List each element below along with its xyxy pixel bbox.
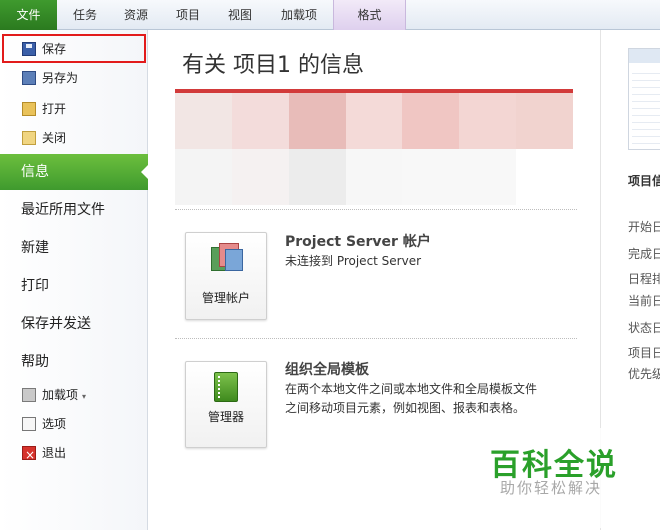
project-server-status: 未连接到 Project Server	[285, 254, 422, 268]
project-server-heading: Project Server 帐户	[285, 234, 431, 250]
tab-format[interactable]: 格式	[333, 0, 406, 30]
open-label: 打开	[42, 102, 67, 116]
chevron-down-icon: ▾	[82, 392, 87, 401]
tab-task[interactable]: 任务	[62, 0, 108, 30]
blurred-region	[175, 93, 573, 205]
start-date-label: 开始日	[628, 220, 660, 234]
save-as-command[interactable]: 另存为	[4, 65, 144, 91]
organizer-book-icon	[214, 372, 238, 402]
exit-icon	[22, 442, 36, 468]
organizer-button[interactable]: 管理器	[185, 361, 267, 448]
page-title: 有关 项目1 的信息	[182, 53, 364, 78]
status-date-label: 状态日	[628, 321, 660, 335]
save-as-label: 另存为	[42, 71, 79, 85]
tab-file[interactable]: 文件	[0, 0, 57, 30]
schedule-from-label: 日程排	[628, 272, 660, 286]
options-icon	[22, 417, 36, 431]
project-calendar-label: 项目日	[628, 346, 660, 360]
priority-label: 优先级	[628, 367, 660, 381]
open-command[interactable]: 打开	[4, 96, 144, 122]
options-label: 选项	[42, 417, 67, 431]
manage-accounts-label: 管理帐户	[201, 291, 250, 305]
tab-resource[interactable]: 资源	[113, 0, 159, 30]
global-template-desc-line2: 之间移动项目元素，例如视图、报表和表格。	[285, 401, 526, 415]
close-command[interactable]: 关闭	[4, 125, 144, 151]
tab-print[interactable]: 打印	[0, 268, 148, 304]
options-command[interactable]: 选项	[4, 411, 144, 437]
add-ins-icon	[22, 388, 36, 402]
tab-info[interactable]: 信息	[0, 154, 149, 190]
manage-accounts-button[interactable]: 管理帐户	[185, 232, 267, 320]
accounts-icon	[211, 243, 243, 273]
global-template-desc-line1: 在两个本地文件之间或本地文件和全局模板文件	[285, 382, 538, 396]
watermark-subtitle: 助你轻松解决	[500, 479, 603, 497]
project-info-heading: 项目信	[628, 174, 660, 188]
save-as-icon	[22, 71, 36, 85]
divider	[175, 338, 577, 339]
close-folder-icon	[22, 131, 36, 145]
backstage-nav: 保存 另存为 打开 关闭 信息 最近所用文件 新建 打印 保存并发送 帮助 加载…	[0, 30, 149, 530]
add-ins-label: 加载项	[42, 388, 79, 402]
open-folder-icon	[22, 102, 36, 116]
close-label: 关闭	[42, 131, 67, 145]
ribbon-tab-bar: 文件 任务 资源 项目 视图 加载项 格式	[0, 0, 660, 30]
save-highlight-box	[2, 34, 146, 63]
global-template-heading: 组织全局模板	[285, 362, 369, 378]
tab-help[interactable]: 帮助	[0, 344, 148, 380]
tab-save-send[interactable]: 保存并发送	[0, 306, 148, 342]
divider	[175, 209, 577, 210]
tab-new[interactable]: 新建	[0, 230, 148, 266]
organizer-label: 管理器	[207, 410, 244, 424]
exit-command[interactable]: 退出	[4, 440, 144, 468]
tab-add-ins[interactable]: 加载项	[269, 0, 329, 30]
finish-date-label: 完成日	[628, 247, 660, 261]
project-thumbnail	[628, 48, 660, 150]
tab-recent[interactable]: 最近所用文件	[0, 192, 148, 228]
current-date-label: 当前日	[628, 294, 660, 308]
tab-project[interactable]: 项目	[165, 0, 211, 30]
tab-view[interactable]: 视图	[217, 0, 263, 30]
add-ins-command[interactable]: 加载项 ▾	[4, 382, 144, 408]
watermark: 百科全说 助你轻松解决	[466, 428, 640, 528]
exit-label: 退出	[42, 446, 67, 460]
